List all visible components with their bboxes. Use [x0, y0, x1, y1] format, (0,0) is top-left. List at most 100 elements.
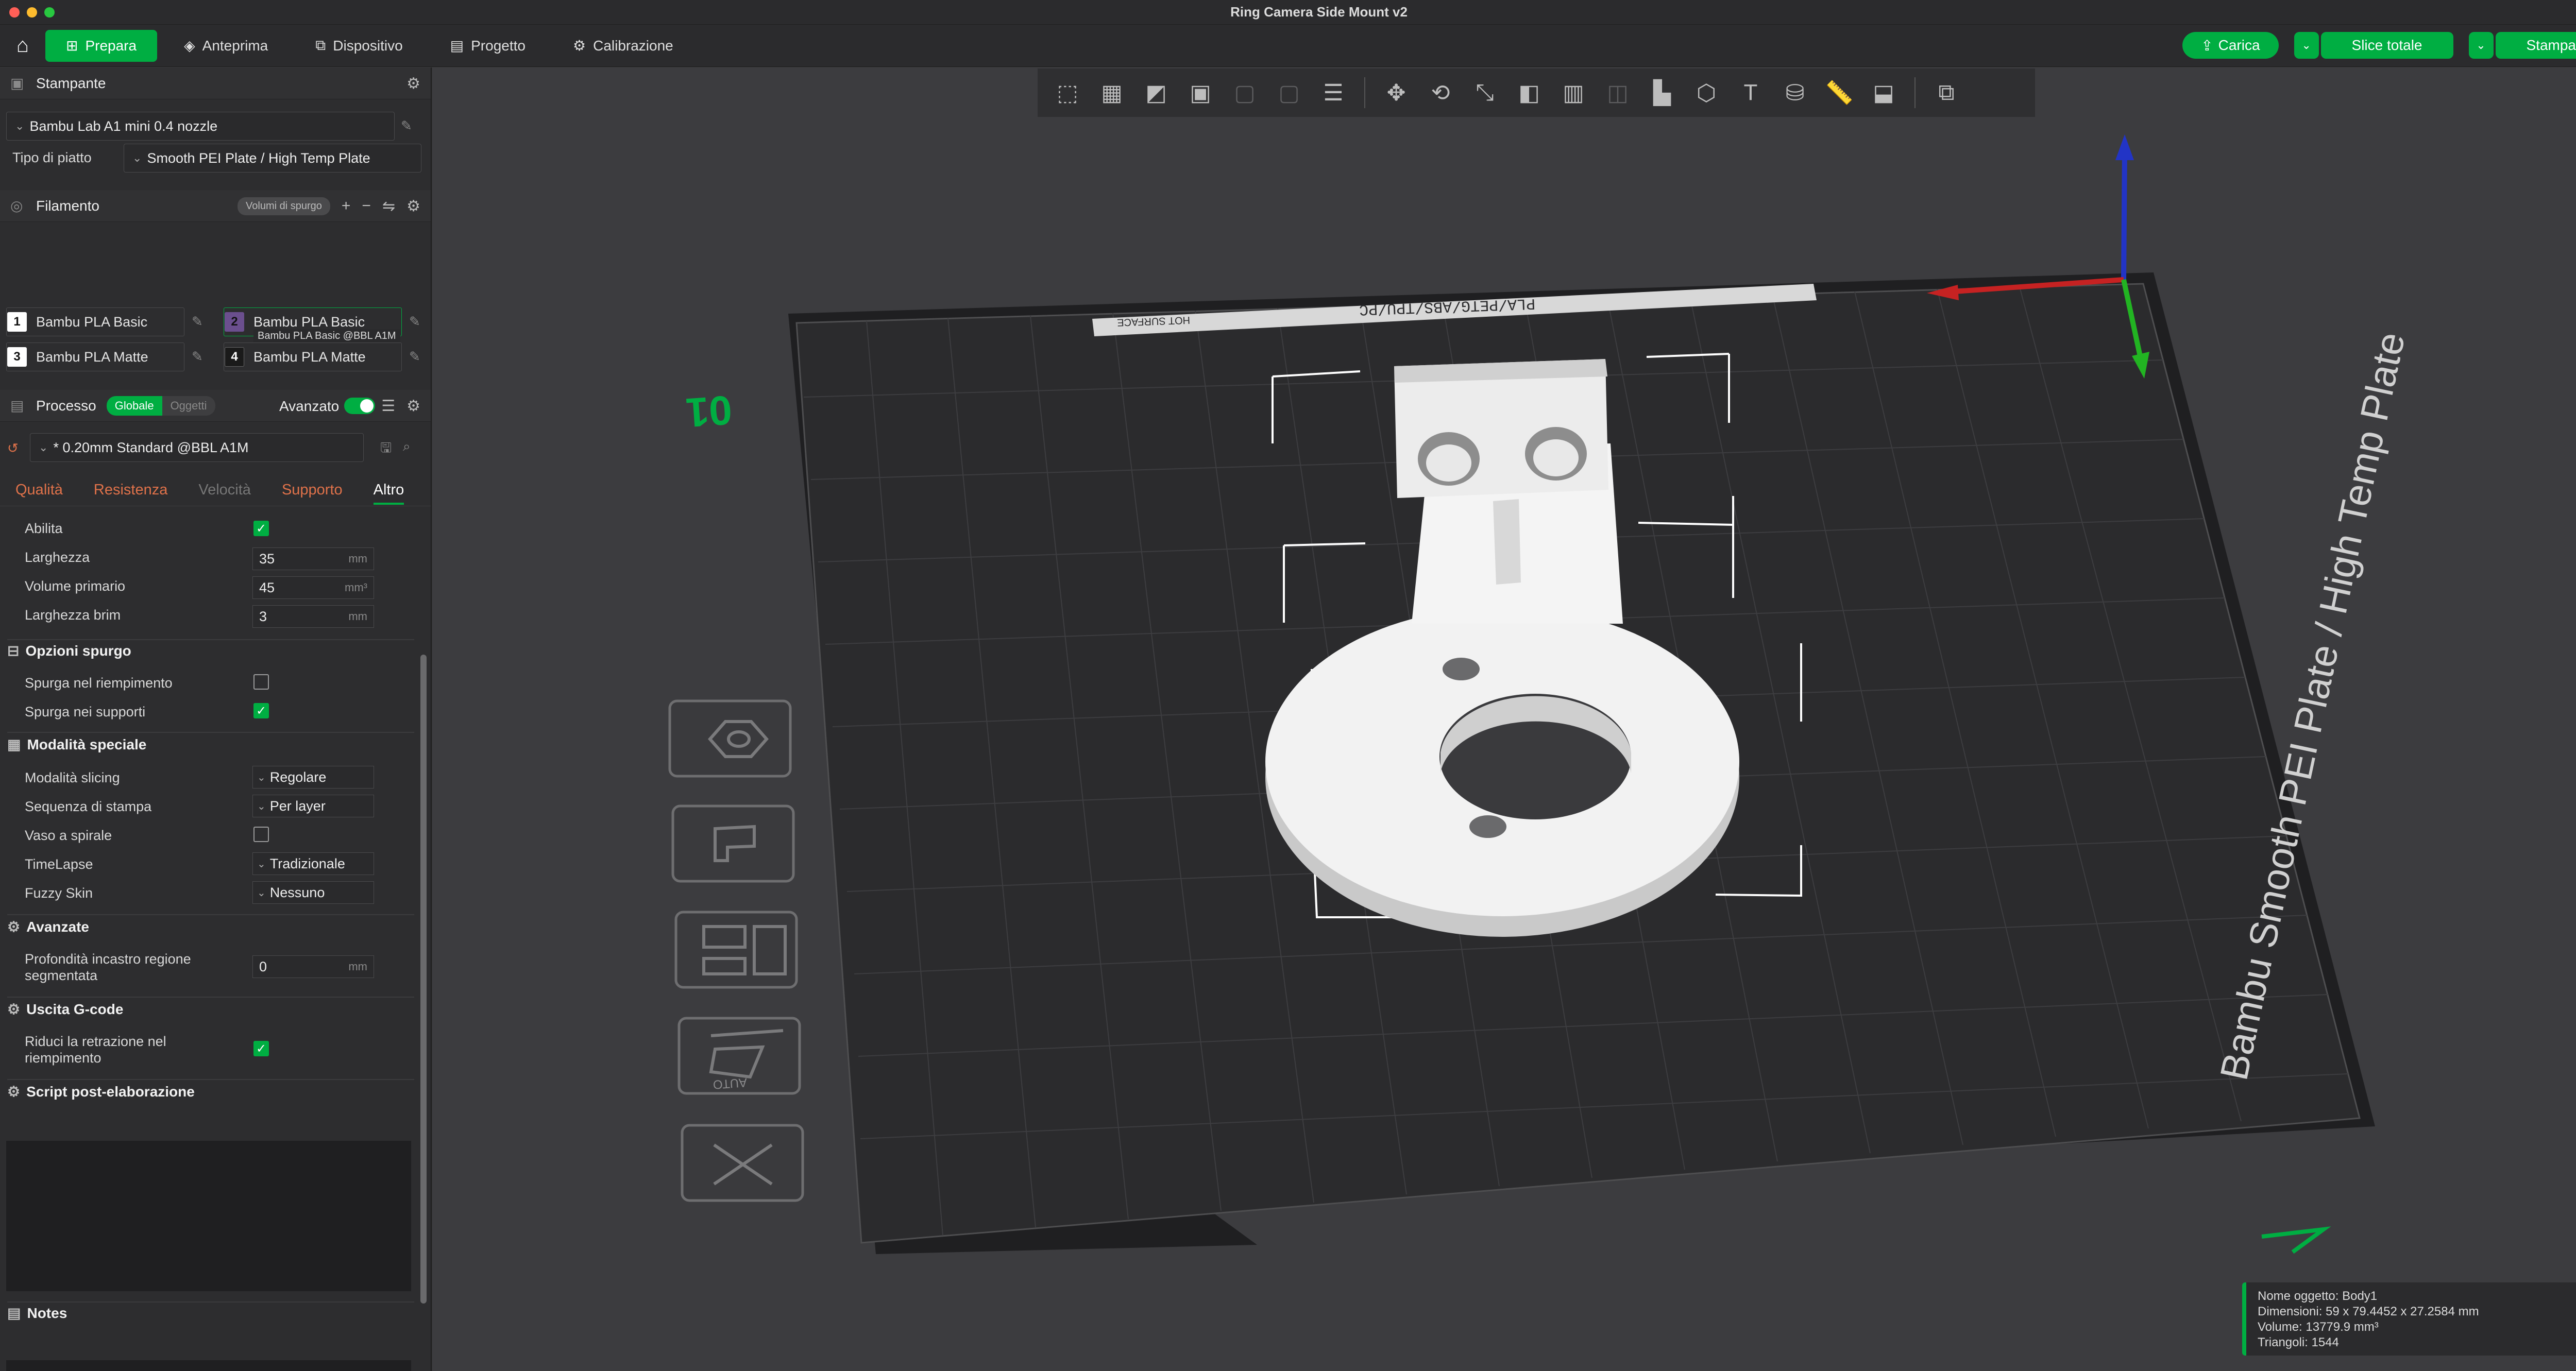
filament-slot-number: 1 [7, 312, 27, 332]
split-objects-icon[interactable]: ▢ [1225, 73, 1264, 112]
add-object-icon[interactable]: ⬚ [1048, 73, 1087, 112]
post-script-textarea[interactable] [6, 1141, 411, 1291]
rotate-icon[interactable]: ⟲ [1421, 73, 1460, 112]
gcode-group-title: Uscita G-code [26, 1001, 124, 1017]
title-bar: Ring Camera Side Mount v2 [0, 0, 2576, 25]
search-icon[interactable]: ⌕ [403, 438, 411, 455]
width-input[interactable]: 35 mm [252, 547, 374, 570]
chevron-down-icon: ⌄ [257, 858, 266, 870]
reset-profile-icon[interactable]: ↺ [7, 440, 19, 456]
filament-settings-gear-icon[interactable]: ⚙ [406, 197, 420, 215]
slice-dropdown-button[interactable]: ⌄ [2294, 32, 2319, 59]
reduce-retraction-checkbox[interactable]: ✓ [253, 1041, 269, 1056]
plate-tool-layout[interactable] [674, 911, 798, 989]
add-filament-icon[interactable]: + [342, 197, 351, 215]
filament-2-edit-icon[interactable]: ✎ [409, 314, 420, 330]
printer-edit-icon[interactable]: ✎ [401, 118, 412, 134]
fuzzy-skin-select[interactable]: ⌄ Nessuno [252, 881, 374, 904]
text-icon[interactable]: T [1731, 73, 1770, 112]
filament-slot-4[interactable]: 4 Bambu PLA Matte [225, 342, 366, 371]
add-plate-icon[interactable]: ▦ [1092, 73, 1131, 112]
advanced-icon: ⚙ [7, 919, 21, 935]
print-button[interactable]: Stampa [2495, 32, 2576, 59]
measure-icon[interactable]: 📏 [1820, 73, 1859, 112]
assembly-view-icon[interactable]: ⧉ [1927, 73, 1966, 112]
filament-slot-1[interactable]: 1 Bambu PLA Basic [7, 307, 147, 336]
sync-filament-icon[interactable]: ⇋ [382, 197, 395, 215]
sidebar-scrollbar[interactable] [420, 655, 427, 1304]
cut-icon[interactable]: ▥ [1554, 73, 1593, 112]
seam-paint-icon[interactable]: ⬡ [1687, 73, 1726, 112]
print-sequence-select[interactable]: ⌄ Per layer [252, 795, 374, 817]
scale-icon[interactable]: ⤡ [1465, 73, 1504, 112]
print-sequence-label: Sequenza di stampa [25, 799, 152, 814]
tab-preview[interactable]: ◈ Anteprima [163, 30, 289, 62]
home-button[interactable]: ⌂ [7, 30, 38, 61]
enable-prime-tower-checkbox[interactable]: ✓ [253, 521, 269, 536]
tab-quality[interactable]: Qualità [15, 482, 63, 499]
slice-all-button[interactable]: Slice totale [2320, 32, 2453, 59]
remove-filament-icon[interactable]: − [362, 197, 371, 215]
tab-calibration[interactable]: ⚙ Calibrazione [552, 30, 694, 62]
notes-group: ▤ Notes [7, 1305, 67, 1322]
move-icon[interactable]: ✥ [1377, 73, 1416, 112]
tab-strength[interactable]: Resistenza [94, 482, 167, 499]
spiral-vase-checkbox[interactable] [253, 827, 269, 842]
slicing-mode-label: Modalità slicing [25, 770, 120, 785]
layers-editing-icon[interactable]: ☰ [1314, 73, 1353, 112]
auto-orient-icon[interactable]: ◩ [1137, 73, 1176, 112]
segmented-depth-input[interactable]: 0 mm [252, 955, 374, 978]
color-paint-icon[interactable]: ⛁ [1775, 73, 1815, 112]
load-button[interactable]: ⇪ Carica [2182, 32, 2279, 59]
print-sequence-value: Per layer [269, 798, 326, 814]
slicing-mode-select[interactable]: ⌄ Regolare [252, 766, 374, 789]
notes-textarea[interactable] [6, 1360, 411, 1371]
z-axis-arrow [2115, 134, 2134, 160]
filament-header-label: Filamento [36, 197, 99, 214]
close-window-button[interactable] [9, 7, 20, 18]
brim-width-label: Larghezza brim [25, 607, 121, 623]
advanced-toggle[interactable] [344, 398, 375, 414]
support-paint-icon[interactable]: ▙ [1642, 73, 1682, 112]
save-profile-icon[interactable]: 🖫 [380, 438, 392, 461]
split-parts-icon[interactable]: ▢ [1269, 73, 1309, 112]
process-profile-select[interactable]: ⌄ * 0.20mm Standard @BBL A1M [30, 433, 364, 462]
arrange-icon[interactable]: ▣ [1181, 73, 1220, 112]
timelapse-select[interactable]: ⌄ Tradizionale [252, 852, 374, 875]
filament-4-edit-icon[interactable]: ✎ [409, 349, 420, 365]
compare-icon[interactable]: ☰ [381, 397, 395, 415]
filament-slot-3[interactable]: 3 Bambu PLA Matte [7, 342, 148, 371]
zoom-window-button[interactable] [44, 7, 55, 18]
tab-project[interactable]: ▤ Progetto [430, 30, 546, 62]
brim-width-input[interactable]: 3 mm [252, 605, 374, 628]
scope-objects-button[interactable]: Oggetti [162, 396, 215, 416]
prime-volume-input[interactable]: 45 mm³ [252, 576, 374, 599]
assembly-icon[interactable]: ⬓ [1864, 73, 1903, 112]
purge-infill-checkbox[interactable] [253, 674, 269, 690]
toolbar-separator [1364, 77, 1365, 108]
tab-speed[interactable]: Velocità [198, 482, 251, 499]
purge-support-checkbox[interactable]: ✓ [253, 703, 269, 718]
lay-on-face-icon[interactable]: ◧ [1510, 73, 1549, 112]
filament-1-edit-icon[interactable]: ✎ [192, 314, 203, 330]
plate-tool-lock[interactable] [671, 804, 795, 883]
timelapse-value: Tradizionale [269, 855, 345, 871]
purge-volumes-button[interactable]: Volumi di spurgo [238, 197, 330, 215]
process-settings-icon[interactable]: ⚙ [406, 397, 420, 415]
device-icon: ⧉ [315, 37, 326, 53]
tab-support[interactable]: Supporto [282, 482, 343, 499]
filament-3-edit-icon[interactable]: ✎ [192, 349, 203, 365]
minimize-window-button[interactable] [27, 7, 37, 18]
mesh-boolean-icon[interactable]: ◫ [1598, 73, 1637, 112]
tab-other[interactable]: Altro [373, 482, 404, 505]
filament-slot-number: 2 [225, 312, 244, 332]
tab-device[interactable]: ⧉ Dispositivo [295, 30, 423, 62]
3d-viewport[interactable]: PLA/PETG/ABS/TPU/PC HOT SURFACE Bambu Sm… [433, 67, 2576, 1371]
tab-prepare[interactable]: ⊞ Prepara [45, 29, 158, 62]
printer-select[interactable]: ⌄ Bambu Lab A1 mini 0.4 nozzle [6, 112, 395, 141]
plate-type-value: Smooth PEI Plate / High Temp Plate [147, 150, 370, 166]
print-dropdown-button[interactable]: ⌄ [2468, 32, 2494, 59]
plate-type-select[interactable]: ⌄ Smooth PEI Plate / High Temp Plate [124, 144, 421, 173]
printer-settings-gear-icon[interactable]: ⚙ [406, 75, 420, 93]
scope-global-button[interactable]: Globale [106, 396, 162, 416]
